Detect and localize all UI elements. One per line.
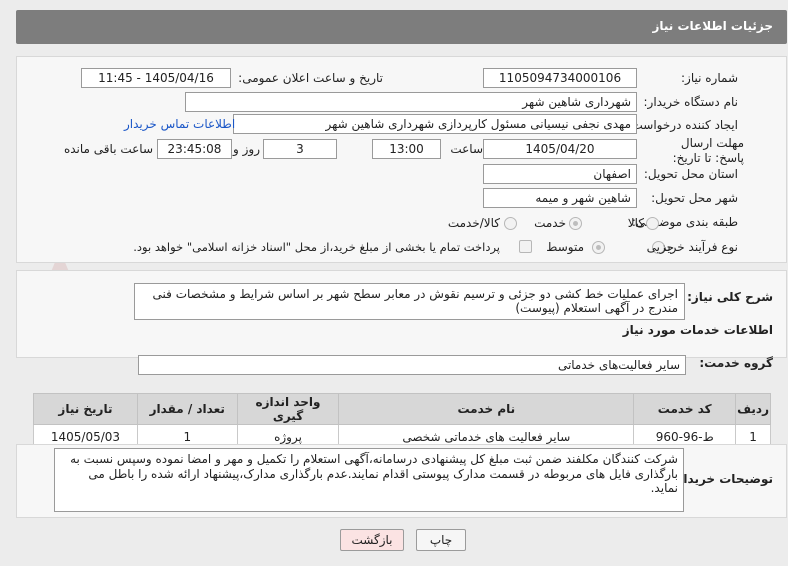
category-radio-goods-service[interactable]: [504, 217, 517, 230]
buyer-org-label: نام دستگاه خریدار:: [643, 95, 739, 109]
category-radio-goods[interactable]: [646, 217, 659, 230]
requester-label: ایجاد کننده درخواست:: [627, 118, 738, 132]
back-button[interactable]: بازگشت: [340, 529, 404, 551]
services-table-header: ردیف کد خدمت نام خدمت واحد اندازه گیری ت…: [33, 393, 771, 425]
buyer-org-field: شهرداری شاهین شهر: [185, 92, 637, 112]
remaining-time-field: 23:45:08: [157, 139, 232, 159]
deadline-date-field: 1405/04/20: [483, 139, 637, 159]
buyer-notes-textarea: شرکت کنندگان مکلفند ضمن ثبت مبلغ کل پیشن…: [54, 448, 684, 512]
city-label: شهر محل تحویل:: [651, 191, 738, 205]
deadline-time-field: 13:00: [372, 139, 441, 159]
treasury-payment-checkbox[interactable]: [519, 240, 532, 253]
province-label: استان محل تحویل:: [643, 167, 738, 181]
remaining-time-label: ساعت باقی مانده: [63, 142, 153, 156]
description-label: شرح کلی نیاز:: [687, 290, 773, 304]
remaining-days-label: روز و: [233, 142, 260, 156]
buyer-notes-label: توضیحات خریدار:: [671, 472, 773, 486]
province-field: اصفهان: [483, 164, 637, 184]
category-option-service: خدمت: [534, 216, 566, 230]
col-row: ردیف: [735, 393, 771, 425]
deadline-time-label: ساعت: [450, 142, 483, 156]
category-option-goods-service: کالا/خدمت: [447, 216, 500, 230]
category-option-goods: کالا: [627, 216, 644, 230]
description-textarea: اجرای عملیات خط کشی دو جزئی و ترسیم نقوش…: [134, 283, 685, 320]
category-radio-service[interactable]: [569, 217, 582, 230]
announce-label: تاریخ و ساعت اعلان عمومی:: [238, 71, 383, 85]
col-quantity: تعداد / مقدار: [136, 393, 238, 425]
process-radio-medium[interactable]: [592, 241, 605, 254]
remaining-days-field: 3: [263, 139, 337, 159]
process-option-minor: جزیی: [646, 240, 674, 254]
print-button[interactable]: چاپ: [416, 529, 466, 551]
page-title: جزئیات اطلاعات نیاز: [652, 19, 773, 33]
col-unit: واحد اندازه گیری: [236, 393, 340, 425]
page-title-bar: جزئیات اطلاعات نیاز: [16, 10, 787, 44]
col-service-code: کد خدمت: [633, 393, 737, 425]
col-need-date: تاریخ نیاز: [33, 393, 138, 425]
col-service-name: نام خدمت: [338, 393, 635, 425]
need-number-field: 1105094734000106: [483, 68, 637, 88]
process-option-medium: متوسط: [546, 240, 584, 254]
buyer-contact-link[interactable]: اطلاعات تماس خریدار: [124, 117, 235, 131]
service-group-field: سایر فعالیت‌های خدماتی: [138, 355, 686, 375]
city-field: شاهین شهر و میمه: [483, 188, 637, 208]
services-section-title: اطلاعات خدمات مورد نیاز: [622, 323, 773, 337]
services-table: ردیف کد خدمت نام خدمت واحد اندازه گیری ت…: [33, 393, 771, 449]
deadline-label: مهلت ارسال پاسخ: تا تاریخ:: [672, 136, 744, 165]
announce-field: 1405/04/16 - 11:45: [81, 68, 231, 88]
treasury-payment-note: پرداخت تمام یا بخشی از مبلغ خرید،از محل …: [133, 240, 500, 254]
need-number-label: شماره نیاز:: [681, 71, 738, 85]
requester-field: مهدی نجفی نیسیانی مسئول کارپردازی شهردار…: [233, 114, 637, 134]
service-group-label: گروه خدمت:: [699, 356, 773, 370]
